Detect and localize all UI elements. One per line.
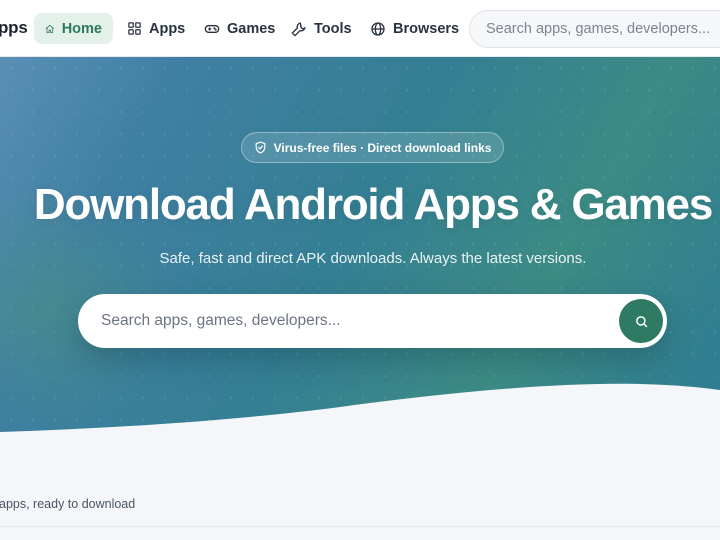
nav-item-home[interactable]: Home <box>34 13 113 44</box>
wrench-icon <box>291 21 306 36</box>
globe-icon <box>371 21 385 36</box>
hero-search-bar <box>78 294 667 348</box>
hero-search-input[interactable] <box>78 294 608 348</box>
trust-badge: Virus-free files · Direct download links <box>241 132 504 163</box>
grid-icon <box>128 22 141 35</box>
nav-item-label: Browsers <box>393 20 460 37</box>
hero-title: Download Android Apps & Games <box>33 180 713 229</box>
hero-search-button[interactable] <box>619 299 663 343</box>
nav-item-games[interactable]: Games <box>193 13 286 44</box>
home-icon <box>45 24 54 33</box>
nav-item-apps[interactable]: Apps <box>116 13 196 44</box>
top-navigation: pps Home Apps Games Tools Browsers <box>0 0 720 57</box>
apps-count-caption: apps, ready to download <box>0 497 136 511</box>
hero-subtitle: Safe, fast and direct APK downloads. Alw… <box>159 250 587 267</box>
section-divider <box>0 526 720 527</box>
nav-item-label: Games <box>227 20 276 37</box>
hero-wave-shape <box>0 383 720 440</box>
search-icon <box>635 315 647 327</box>
nav-item-tools[interactable]: Tools <box>280 13 363 44</box>
trust-badge-text: Virus-free files · Direct download links <box>273 140 492 155</box>
nav-item-label: Apps <box>149 20 186 37</box>
gamepad-icon <box>204 24 220 33</box>
nav-item-browsers[interactable]: Browsers <box>359 13 470 44</box>
site-logo-text[interactable]: pps <box>0 18 28 38</box>
nav-item-label: Tools <box>314 20 352 37</box>
shield-check-icon <box>255 141 266 154</box>
nav-item-label: Home <box>61 20 102 37</box>
header-search-input[interactable] <box>469 10 720 48</box>
